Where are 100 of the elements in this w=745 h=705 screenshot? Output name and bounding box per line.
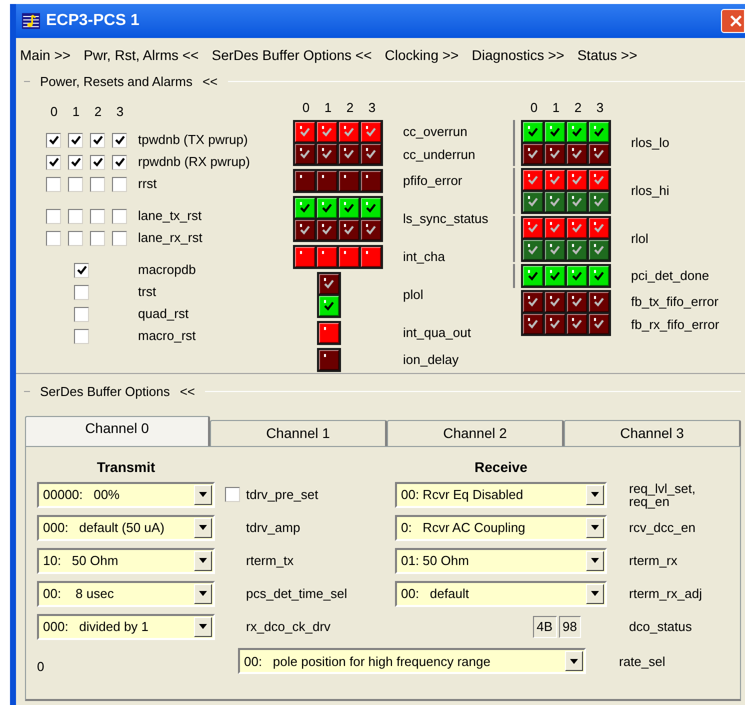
alarm-label: ls_sync_status	[403, 211, 488, 227]
close-button[interactable]	[721, 9, 745, 33]
dropdown-arrow-button[interactable]	[194, 518, 212, 538]
checkbox[interactable]	[74, 306, 89, 322]
collapse-toggle[interactable]: <<	[202, 72, 218, 92]
checkbox[interactable]	[90, 154, 105, 170]
checkbox[interactable]	[112, 208, 127, 224]
readout-field: 98	[558, 616, 581, 638]
checkbox[interactable]	[225, 487, 240, 502]
checkbox[interactable]	[90, 208, 105, 224]
dropdown-arrow-button[interactable]	[586, 484, 604, 504]
check-icon	[528, 245, 538, 255]
collapse-toggle[interactable]: <<	[180, 382, 196, 402]
menu-item[interactable]: Clocking >>	[384, 44, 459, 66]
alarm-label: pci_det_done	[631, 268, 710, 284]
column-heading: Transmit	[96, 458, 156, 476]
dropdown-arrow-button[interactable]	[194, 584, 212, 604]
check-icon	[550, 297, 560, 307]
reset-label: quad_rst	[138, 305, 189, 324]
field-label: rx_dco_ck_drv	[246, 618, 331, 636]
dropdown-arrow-button[interactable]	[194, 550, 212, 570]
alarm-label: ion_delay	[403, 352, 459, 368]
checkbox[interactable]	[68, 132, 83, 148]
check-icon	[594, 175, 604, 185]
checkbox[interactable]	[112, 230, 127, 246]
dropdown-arrow-button[interactable]	[194, 616, 212, 636]
checkbox[interactable]	[46, 230, 61, 246]
dropdown-arrow-button[interactable]	[565, 651, 583, 672]
alarm-label: fb_rx_fifo_error	[631, 316, 720, 332]
checkbox[interactable]	[68, 154, 83, 170]
check-icon	[594, 297, 604, 307]
checkbox[interactable]	[112, 132, 127, 148]
check-icon	[528, 223, 538, 233]
caret-icon	[591, 525, 599, 530]
check-icon	[572, 175, 582, 185]
dropdown[interactable]: 000: divided by 1	[37, 614, 215, 640]
channel-tab[interactable]: Channel 1	[210, 420, 387, 446]
checkbox[interactable]	[46, 132, 61, 148]
check-icon	[594, 271, 604, 281]
caret-icon	[199, 492, 207, 497]
dropdown-arrow-button[interactable]	[586, 584, 604, 604]
reset-label: rrst	[138, 175, 157, 194]
group-title: SerDes Buffer Options	[40, 383, 170, 401]
checkbox[interactable]	[90, 176, 105, 192]
menu-item[interactable]: Pwr, Rst, Alrms <<	[84, 44, 199, 66]
menu-item[interactable]: Diagnostics >>	[472, 44, 564, 66]
check-icon	[594, 319, 604, 329]
checkbox[interactable]	[74, 328, 89, 344]
checkbox[interactable]	[68, 208, 83, 224]
dropdown[interactable]: 01: 50 Ohm	[395, 548, 607, 574]
check-icon	[92, 135, 102, 145]
checkbox[interactable]	[74, 262, 89, 278]
check-icon	[572, 149, 582, 159]
dropdown-arrow-button[interactable]	[586, 518, 604, 538]
close-icon	[730, 15, 742, 27]
menu-item[interactable]: Main >>	[20, 44, 71, 66]
check-icon	[344, 149, 354, 159]
checkbox[interactable]	[46, 176, 61, 192]
dropdown[interactable]: 00: default	[395, 580, 607, 606]
checkbox[interactable]	[68, 230, 83, 246]
check-icon	[92, 157, 102, 167]
dropdown[interactable]: 00: pole position for high frequency range	[238, 648, 586, 674]
check-icon	[300, 225, 310, 235]
field-label: rate_sel	[619, 652, 666, 671]
checkbox[interactable]	[46, 154, 61, 170]
dropdown[interactable]: 10: 50 Ohm	[37, 548, 215, 574]
check-icon	[550, 127, 560, 137]
checkbox[interactable]	[112, 154, 127, 170]
channel-tab[interactable]: Channel 0	[25, 416, 210, 446]
reset-label: lane_tx_rst	[138, 207, 202, 226]
checkbox[interactable]	[90, 230, 105, 246]
checkbox[interactable]	[74, 284, 89, 300]
checkbox[interactable]	[112, 176, 127, 192]
dropdown[interactable]: 00: Rcvr Eq Disabled	[395, 482, 607, 508]
check-icon	[366, 149, 376, 159]
column-number: 3	[367, 98, 377, 116]
dropdown[interactable]: 0: Rcvr AC Coupling	[395, 514, 607, 540]
channel-tab[interactable]: Channel 3	[564, 420, 742, 446]
checkbox[interactable]	[46, 208, 61, 224]
column-number: 0	[301, 98, 311, 116]
channel-tab[interactable]: Channel 2	[386, 420, 564, 446]
dropdown[interactable]: 00: 8 usec	[37, 580, 215, 606]
dropdown[interactable]: 00000: 00%	[37, 482, 215, 508]
check-icon	[344, 225, 354, 235]
column-number: 3	[115, 102, 125, 120]
check-icon	[528, 127, 538, 137]
check-icon	[528, 319, 538, 329]
menu-item[interactable]: Status >>	[577, 44, 638, 66]
checkbox[interactable]	[68, 176, 83, 192]
dropdown[interactable]: 000: default (50 uA)	[37, 514, 215, 540]
checkbox[interactable]	[90, 132, 105, 148]
field-label: rterm_rx	[629, 554, 678, 567]
dropdown-arrow-button[interactable]	[586, 550, 604, 570]
dropdown-arrow-button[interactable]	[194, 484, 212, 504]
check-icon	[48, 157, 58, 167]
check-icon	[550, 149, 560, 159]
alarm-label: pfifo_error	[403, 173, 462, 189]
menu-item[interactable]: SerDes Buffer Options <<	[212, 44, 372, 66]
check-icon	[528, 149, 538, 159]
column-number: 0	[529, 98, 539, 116]
